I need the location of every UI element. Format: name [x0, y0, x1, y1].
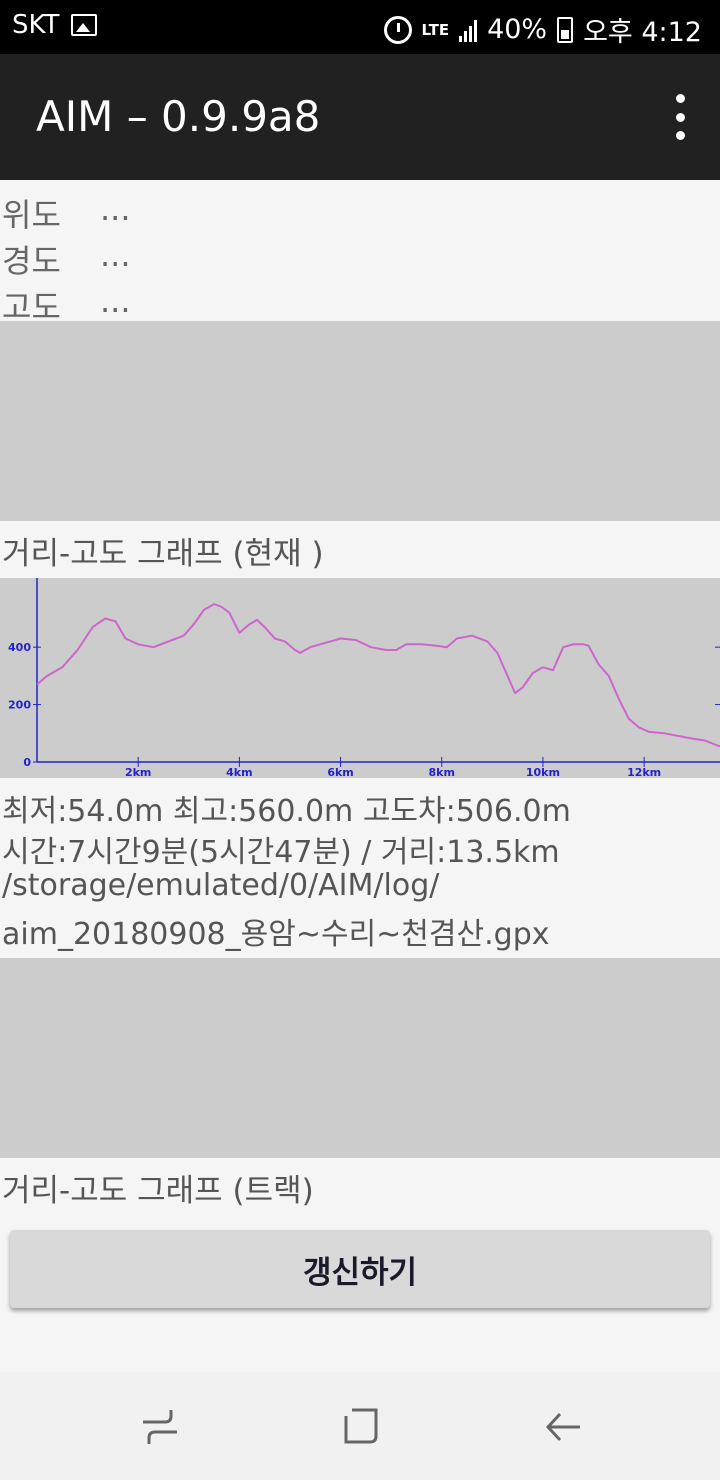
x-tick-label: 2km	[125, 766, 151, 778]
status-bar-left: SKT	[12, 10, 98, 40]
network-type: LTE	[421, 20, 450, 39]
y-tick-label: 0	[23, 756, 31, 769]
altitude-row: 고도 ...	[0, 278, 720, 326]
signal-icon	[459, 18, 478, 42]
more-vert-icon[interactable]	[670, 94, 690, 140]
current-graph-title: 거리-고도 그래프 (현재 )	[2, 536, 324, 572]
time-distance: 시간:7시간9분(5시간47분) / 거리:13.5km	[2, 835, 560, 870]
elevation-series-line	[36, 603, 720, 748]
clock: 오후 4:12	[583, 17, 702, 48]
app-title: AIM – 0.9.9a8	[36, 92, 321, 141]
battery-percent: 40%	[487, 14, 548, 45]
carrier-label: SKT	[12, 10, 60, 40]
x-tick-label: 6km	[327, 766, 353, 778]
latitude-row: 위도 ...	[0, 186, 720, 234]
status-bar: SKT LTE 40% 오후 4:12	[0, 0, 720, 54]
longitude-row: 경도 ...	[0, 232, 720, 280]
status-bar-right: LTE 40% 오후 4:12	[383, 10, 702, 49]
y-tick-label: 400	[8, 641, 31, 654]
back-icon[interactable]	[538, 1402, 588, 1452]
altitude-value: ...	[100, 282, 131, 320]
refresh-button[interactable]: 갱신하기	[10, 1230, 710, 1308]
current-graph-area	[0, 321, 720, 521]
x-tick-label: 12km	[627, 766, 661, 778]
longitude-value: ...	[100, 236, 131, 274]
latitude-value: ...	[100, 190, 131, 228]
x-tick-label: 10km	[526, 766, 560, 778]
battery-icon	[557, 16, 574, 43]
y-tick-label: 200	[8, 699, 31, 712]
image-icon	[71, 14, 98, 36]
file-name: aim_20180908_용암~수리~천겸산.gpx	[2, 917, 550, 952]
file-path: /storage/emulated/0/AIM/log/	[2, 868, 440, 903]
x-tick-label: 4km	[226, 766, 252, 778]
track-graph-area	[0, 958, 720, 1158]
elevation-chart: 2km 4km 6km 8km 10km 12km 0 200 400	[0, 578, 720, 778]
action-bar: AIM – 0.9.9a8	[0, 54, 720, 180]
home-icon[interactable]	[336, 1402, 386, 1452]
elevation-stats: 최저:54.0m 최고:560.0m 고도차:506.0m	[2, 794, 571, 829]
navigation-bar	[0, 1372, 720, 1480]
x-tick-label: 8km	[429, 766, 455, 778]
latitude-label: 위도	[2, 196, 61, 234]
recent-apps-icon[interactable]	[135, 1402, 185, 1452]
elevation-chart-svg: 2km 4km 6km 8km 10km 12km 0 200 400	[8, 578, 720, 778]
track-graph-title: 거리-고도 그래프 (트랙)	[2, 1173, 314, 1209]
longitude-label: 경도	[2, 242, 61, 280]
alarm-icon	[383, 15, 412, 44]
